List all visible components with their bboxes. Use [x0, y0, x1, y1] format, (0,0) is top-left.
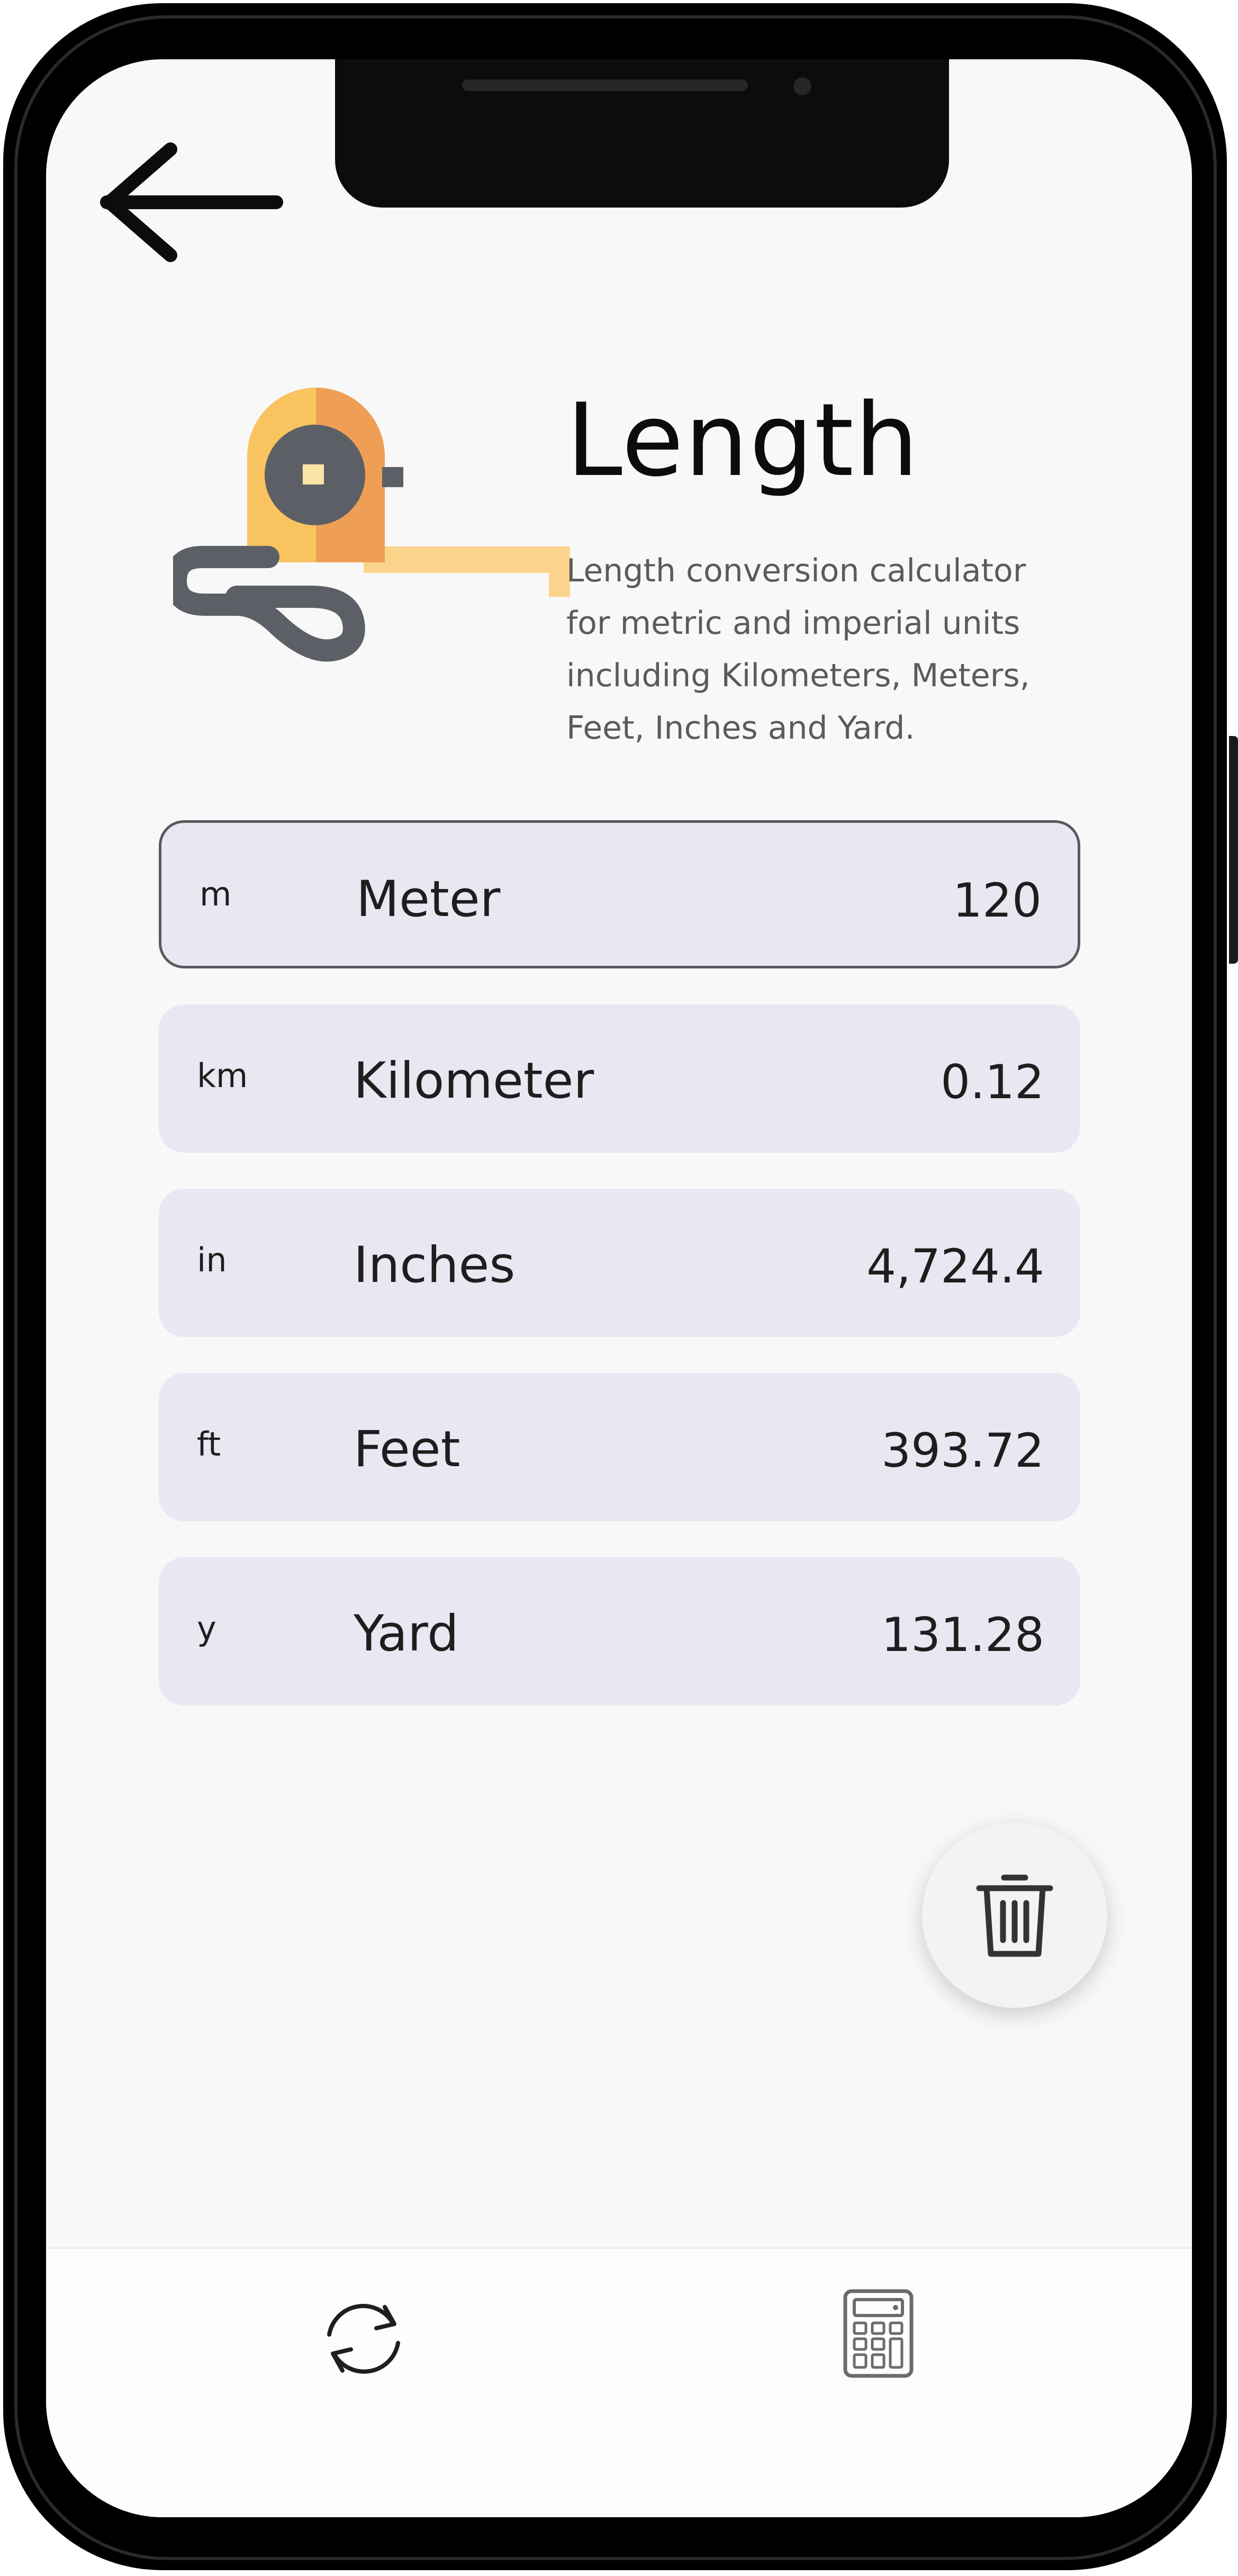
app-screen: Length Length conversion calculator for …: [46, 59, 1192, 2517]
page-title: Length: [566, 382, 920, 499]
unit-row-yard[interactable]: y Yard 131.28: [159, 1557, 1080, 1706]
tape-measure-icon: [165, 388, 581, 732]
unit-name: Meter: [356, 870, 501, 928]
trash-icon: [976, 1874, 1053, 1957]
unit-abbreviation: in: [197, 1241, 227, 1279]
unit-value[interactable]: 120: [953, 873, 1042, 928]
clear-button[interactable]: [922, 1823, 1107, 2008]
unit-row-feet[interactable]: ft Feet 393.72: [159, 1373, 1080, 1521]
unit-abbreviation: m: [200, 875, 232, 913]
unit-value[interactable]: 0.12: [941, 1055, 1044, 1109]
unit-abbreviation: ft: [197, 1425, 221, 1464]
unit-name: Inches: [354, 1236, 516, 1294]
unit-name: Feet: [354, 1421, 460, 1478]
nav-calculator-button[interactable]: [821, 2281, 927, 2386]
bottom-navigation: [46, 2247, 1192, 2517]
unit-row-inches[interactable]: in Inches 4,724.4: [159, 1189, 1080, 1337]
unit-name: Yard: [354, 1605, 459, 1663]
refresh-icon: [327, 2304, 400, 2374]
unit-row-meter[interactable]: m Meter 120: [159, 820, 1080, 968]
unit-list: m Meter 120 km Kilometer 0.12 in Inches …: [159, 820, 1080, 1742]
arrow-left-icon: [100, 142, 283, 262]
unit-abbreviation: km: [197, 1056, 248, 1095]
speaker-grille: [462, 79, 748, 91]
calculator-icon: [843, 2289, 914, 2378]
front-camera: [793, 77, 811, 95]
nav-convert-button[interactable]: [311, 2286, 417, 2392]
notch: [335, 59, 949, 208]
unit-name: Kilometer: [354, 1052, 594, 1110]
unit-value[interactable]: 393.72: [881, 1423, 1044, 1478]
unit-value[interactable]: 131.28: [881, 1608, 1044, 1662]
unit-row-kilometer[interactable]: km Kilometer 0.12: [159, 1004, 1080, 1153]
side-button: [1229, 736, 1238, 964]
unit-abbreviation: y: [197, 1609, 216, 1648]
back-button[interactable]: [96, 136, 287, 295]
page-description: Length conversion calculator for metric …: [566, 552, 1030, 747]
unit-value[interactable]: 4,724.4: [866, 1239, 1044, 1294]
